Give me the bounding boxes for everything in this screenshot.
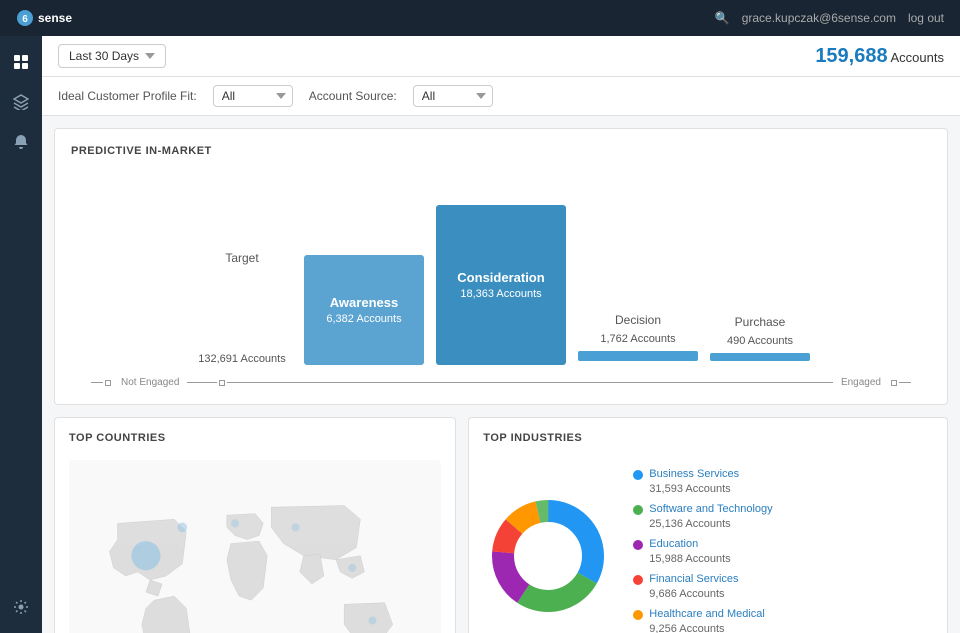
engaged-label: Engaged (833, 377, 889, 388)
predictive-title: PREDICTIVE IN-MARKET (71, 145, 931, 157)
engagement-line: Not Engaged Engaged (71, 373, 931, 388)
funnel-stage-awareness: Awareness 6,382 Accounts (304, 255, 424, 365)
legend-count-sw: 25,136 Accounts (649, 518, 730, 530)
bottom-panels: TOP COUNTRIES (42, 417, 960, 633)
top-nav-right: 🔍 grace.kupczak@6sense.com log out (715, 11, 944, 25)
sidebar (0, 36, 42, 633)
purchase-label: Purchase (735, 315, 786, 329)
funnel-stage-consideration: Consideration 18,363 Accounts (436, 205, 566, 365)
header-bar: Last 30 Days 159,688 Accounts (42, 36, 960, 77)
sidebar-icon-bell[interactable] (3, 124, 39, 160)
target-count: 132,691 Accounts (198, 353, 285, 365)
accounts-label: Accounts (891, 50, 944, 65)
industries-legend: Business Services 31,593 Accounts Softwa… (633, 468, 772, 633)
not-engaged-label: Not Engaged (113, 377, 187, 388)
svg-text:6: 6 (22, 14, 28, 25)
donut-chart (483, 491, 613, 621)
awareness-bar-label: Awareness (330, 295, 398, 310)
target-label: Target (225, 251, 258, 265)
decision-count: 1,762 Accounts (600, 333, 675, 345)
countries-title: TOP COUNTRIES (69, 432, 441, 444)
donut-section: Business Services 31,593 Accounts Softwa… (483, 460, 933, 633)
legend-education: Education 15,988 Accounts (633, 538, 772, 565)
legend-count-bs: 31,593 Accounts (649, 483, 730, 495)
legend-link-sw[interactable]: Software and Technology (649, 503, 772, 515)
source-select[interactable]: All (413, 85, 493, 107)
source-label: Account Source: (309, 89, 397, 103)
legend-count-fin: 9,686 Accounts (649, 588, 724, 600)
consideration-bar-count: 18,363 Accounts (460, 288, 541, 300)
logo: 6 sense (16, 9, 86, 27)
accounts-count: 159,688 (815, 45, 887, 67)
search-icon[interactable]: 🔍 (715, 11, 730, 25)
legend-dot-edu (633, 540, 643, 550)
date-picker[interactable]: Last 30 Days (58, 44, 166, 68)
legend-link-hc[interactable]: Healthcare and Medical (649, 608, 765, 620)
legend-dot-fin (633, 575, 643, 585)
legend-link-edu[interactable]: Education (649, 538, 730, 550)
industries-title: TOP INDUSTRIES (483, 432, 933, 444)
predictive-section: PREDICTIVE IN-MARKET Target 132,691 Acco… (54, 128, 948, 405)
consideration-bar-label: Consideration (457, 270, 544, 285)
user-email: grace.kupczak@6sense.com (742, 11, 896, 25)
legend-link-fin[interactable]: Financial Services (649, 573, 738, 585)
decision-label: Decision (615, 313, 661, 327)
sidebar-icon-layers[interactable] (3, 84, 39, 120)
legend-software: Software and Technology 25,136 Accounts (633, 503, 772, 530)
legend-financial: Financial Services 9,686 Accounts (633, 573, 772, 600)
top-countries-panel: TOP COUNTRIES (54, 417, 456, 633)
filter-bar: Ideal Customer Profile Fit: All Account … (42, 77, 960, 116)
accounts-total-display: 159,688 Accounts (815, 45, 944, 68)
funnel-stage-purchase: Purchase 490 Accounts (710, 315, 810, 361)
icp-label: Ideal Customer Profile Fit: (58, 89, 197, 103)
legend-healthcare: Healthcare and Medical 9,256 Accounts (633, 608, 772, 633)
main-content: Last 30 Days 159,688 Accounts Ideal Cust… (42, 36, 960, 633)
sidebar-icon-settings[interactable] (3, 589, 39, 625)
top-navigation: 6 sense 🔍 grace.kupczak@6sense.com log o… (0, 0, 960, 36)
legend-count-hc: 9,256 Accounts (649, 623, 724, 633)
world-map: + − (69, 460, 441, 633)
legend-count-edu: 15,988 Accounts (649, 553, 730, 565)
icp-select[interactable]: All (213, 85, 293, 107)
legend-dot-bs (633, 470, 643, 480)
legend-link-bs[interactable]: Business Services (649, 468, 739, 480)
legend-dot-sw (633, 505, 643, 515)
awareness-bar-count: 6,382 Accounts (326, 313, 401, 325)
funnel-stage-decision: Decision 1,762 Accounts (578, 313, 698, 361)
legend-business-services: Business Services 31,593 Accounts (633, 468, 772, 495)
sidebar-icon-grid[interactable] (3, 44, 39, 80)
legend-dot-hc (633, 610, 643, 620)
top-industries-panel: TOP INDUSTRIES (468, 417, 948, 633)
logout-link[interactable]: log out (908, 11, 944, 25)
purchase-count: 490 Accounts (727, 335, 793, 347)
date-picker-label: Last 30 Days (69, 49, 139, 63)
funnel-stage-target: Target 132,691 Accounts (192, 251, 292, 365)
svg-text:sense: sense (38, 11, 72, 25)
